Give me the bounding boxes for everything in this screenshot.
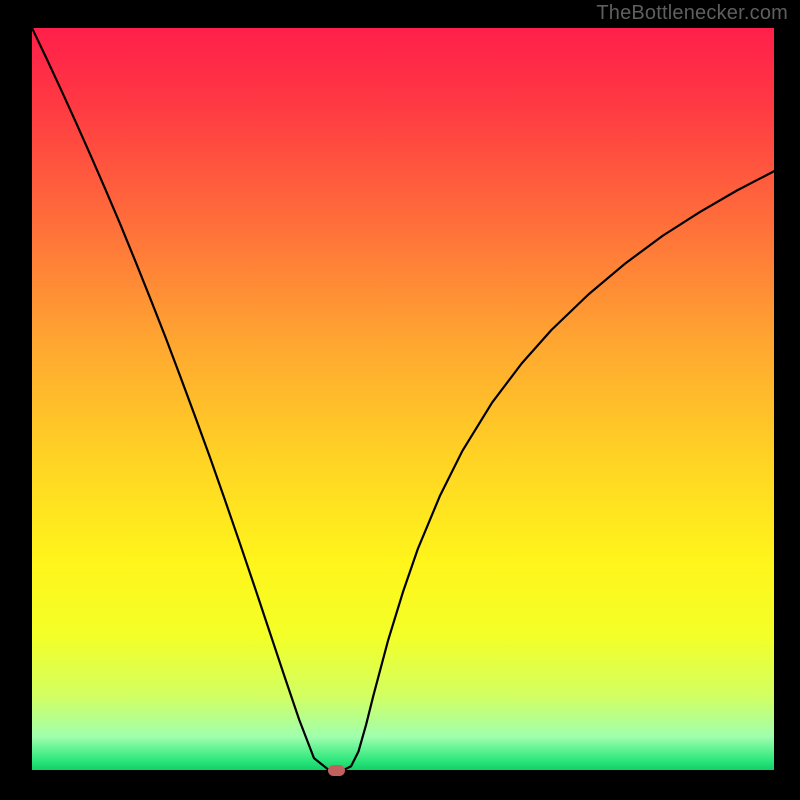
gradient-background [32, 28, 774, 770]
plot-svg [32, 28, 774, 770]
chart-stage: TheBottlenecker.com [0, 0, 800, 800]
bottleneck-marker [328, 765, 345, 776]
watermark-text: TheBottlenecker.com [596, 2, 788, 25]
plot-area [32, 28, 774, 770]
